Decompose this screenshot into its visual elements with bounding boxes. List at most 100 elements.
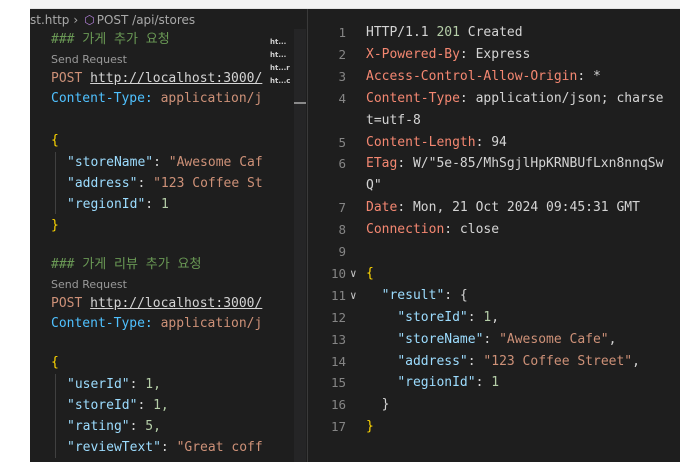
minimap-item[interactable]: ht... bbox=[270, 50, 286, 60]
response-token: "result" bbox=[381, 287, 445, 303]
line-number: 1 bbox=[338, 25, 346, 40]
scrollbar[interactable] bbox=[294, 29, 306, 462]
send-request-link[interactable]: Send Request bbox=[51, 52, 127, 68]
line-number bbox=[308, 175, 346, 197]
response-token: Connection bbox=[366, 222, 445, 238]
json-sep: : bbox=[153, 155, 169, 170]
line-number: 11 bbox=[330, 287, 346, 303]
request-comment: ### 가게 추가 요청 bbox=[51, 32, 170, 47]
response-token: , bbox=[608, 331, 617, 347]
close-brace: } bbox=[51, 458, 59, 462]
response-token: t=utf-8 bbox=[366, 112, 421, 128]
json-value: "Awesome Caf bbox=[168, 155, 263, 170]
json-value: 1, bbox=[145, 377, 161, 392]
minimap-item[interactable]: ht... bbox=[270, 37, 286, 47]
response-line: ETag: W/"5e-85/MhSgjlHpKRNBUfLxn8nnqSw bbox=[366, 153, 663, 175]
request-editor[interactable]: ### 가게 추가 요청 Send Request POST http://lo… bbox=[30, 29, 266, 462]
response-line: Date: Mon, 21 Oct 2024 09:45:31 GMT bbox=[366, 197, 640, 219]
response-line: "storeId": 1, bbox=[366, 307, 499, 329]
header-value: application/j bbox=[152, 316, 263, 331]
line-number: 8 bbox=[338, 222, 346, 238]
http-method: POST bbox=[51, 296, 83, 311]
minimap-item[interactable]: ht...c bbox=[270, 76, 290, 86]
fold-chevron-icon[interactable]: ∨ bbox=[350, 285, 362, 307]
response-token: : close bbox=[444, 222, 500, 238]
response-token: : bbox=[467, 309, 484, 325]
response-line: } bbox=[366, 416, 374, 438]
json-field: "regionId": 1 bbox=[67, 194, 169, 216]
line-number: 12 bbox=[330, 309, 346, 325]
minimap[interactable]: ht... ht... ht...r ht...c bbox=[268, 29, 294, 462]
response-token: } bbox=[366, 397, 390, 413]
line-number: 3 bbox=[338, 68, 346, 84]
request-comment: ### 가게 리뷰 추가 요청 bbox=[51, 257, 202, 272]
response-token: 1 bbox=[491, 375, 500, 391]
line-number: 6 bbox=[338, 156, 346, 172]
response-token: : bbox=[483, 331, 500, 347]
line-number bbox=[308, 110, 346, 132]
response-token: X-Powered-By bbox=[366, 46, 460, 62]
breadcrumb: st.http › ⬡ POST /api/stores bbox=[30, 11, 195, 29]
json-value: 5, bbox=[145, 419, 161, 434]
scrollbar-thumb[interactable] bbox=[294, 102, 306, 104]
json-sep: : bbox=[145, 197, 161, 212]
json-key: "rating" bbox=[67, 419, 130, 434]
json-sep: : bbox=[137, 176, 154, 191]
response-token: Date bbox=[366, 200, 398, 216]
response-token: "address" bbox=[397, 353, 468, 369]
response-token: Q" bbox=[366, 178, 382, 194]
header-name: Content-Type: bbox=[51, 91, 153, 106]
request-url[interactable]: http://localhost:3000/ bbox=[90, 71, 262, 86]
json-key: "userId" bbox=[67, 377, 130, 392]
line-number: 14 bbox=[330, 353, 346, 369]
json-field: "rating": 5, bbox=[67, 416, 161, 438]
response-line: "result": { bbox=[366, 285, 468, 307]
json-sep: : bbox=[129, 377, 146, 392]
header-name: Content-Type: bbox=[51, 316, 153, 331]
response-line: "storeName": "Awesome Cafe", bbox=[366, 329, 616, 351]
json-key: "reviewText" bbox=[67, 440, 161, 455]
response-token: , bbox=[632, 353, 640, 369]
request-line: POST http://localhost:3000/ bbox=[51, 293, 262, 315]
response-token: : bbox=[467, 353, 484, 369]
response-line: Q" bbox=[366, 175, 382, 197]
header-line: Content-Type: application/j bbox=[51, 88, 262, 110]
response-token: , bbox=[491, 309, 500, 325]
line-number: 5 bbox=[338, 134, 346, 150]
response-line: Content-Type: application/json; charse bbox=[366, 88, 663, 110]
open-brace: { bbox=[51, 355, 59, 370]
response-token bbox=[366, 310, 397, 325]
json-field: "userId": 1, bbox=[67, 374, 161, 396]
line-number: 10 bbox=[330, 265, 346, 281]
line-number: 17 bbox=[330, 419, 346, 435]
fold-chevron-icon[interactable]: ∨ bbox=[350, 263, 362, 285]
response-token: : application/json; charse bbox=[459, 90, 664, 106]
send-request-link[interactable]: Send Request bbox=[51, 277, 127, 293]
response-token: "123 Coffee Street" bbox=[483, 353, 633, 369]
minimap-item[interactable]: ht...r bbox=[270, 63, 290, 73]
response-viewer[interactable]: 1 HTTP/1.1 201 Created 2 X-Powered-By: Expr… bbox=[308, 9, 680, 462]
line-number: 13 bbox=[330, 331, 346, 347]
response-line: } bbox=[366, 394, 390, 416]
breadcrumb-file[interactable]: st.http bbox=[30, 13, 69, 27]
json-value: "123 Coffee St bbox=[153, 176, 263, 191]
json-field: "reviewText": "Great coff bbox=[67, 437, 263, 459]
response-token: "storeId" bbox=[397, 309, 468, 325]
response-token: : bbox=[475, 375, 492, 391]
response-token bbox=[366, 375, 397, 390]
response-token: 201 bbox=[436, 25, 460, 40]
response-line: Content-Length: 94 bbox=[366, 132, 507, 154]
response-token: : * bbox=[577, 68, 601, 84]
line-number: 2 bbox=[338, 46, 346, 62]
json-key: "storeId" bbox=[67, 398, 138, 413]
chevron-right-icon: › bbox=[73, 13, 79, 27]
response-line: "regionId": 1 bbox=[366, 372, 499, 394]
breadcrumb-request[interactable]: POST /api/stores bbox=[97, 13, 195, 27]
json-field: "storeName": "Awesome Caf bbox=[67, 152, 263, 174]
response-token: Content-Type bbox=[366, 90, 460, 106]
request-url[interactable]: http://localhost:3000/ bbox=[90, 296, 262, 311]
response-token bbox=[366, 288, 382, 303]
response-token: "Awesome Cafe" bbox=[499, 331, 609, 347]
json-field: "storeId": 1, bbox=[67, 395, 169, 417]
response-line: Connection: close bbox=[366, 219, 499, 241]
